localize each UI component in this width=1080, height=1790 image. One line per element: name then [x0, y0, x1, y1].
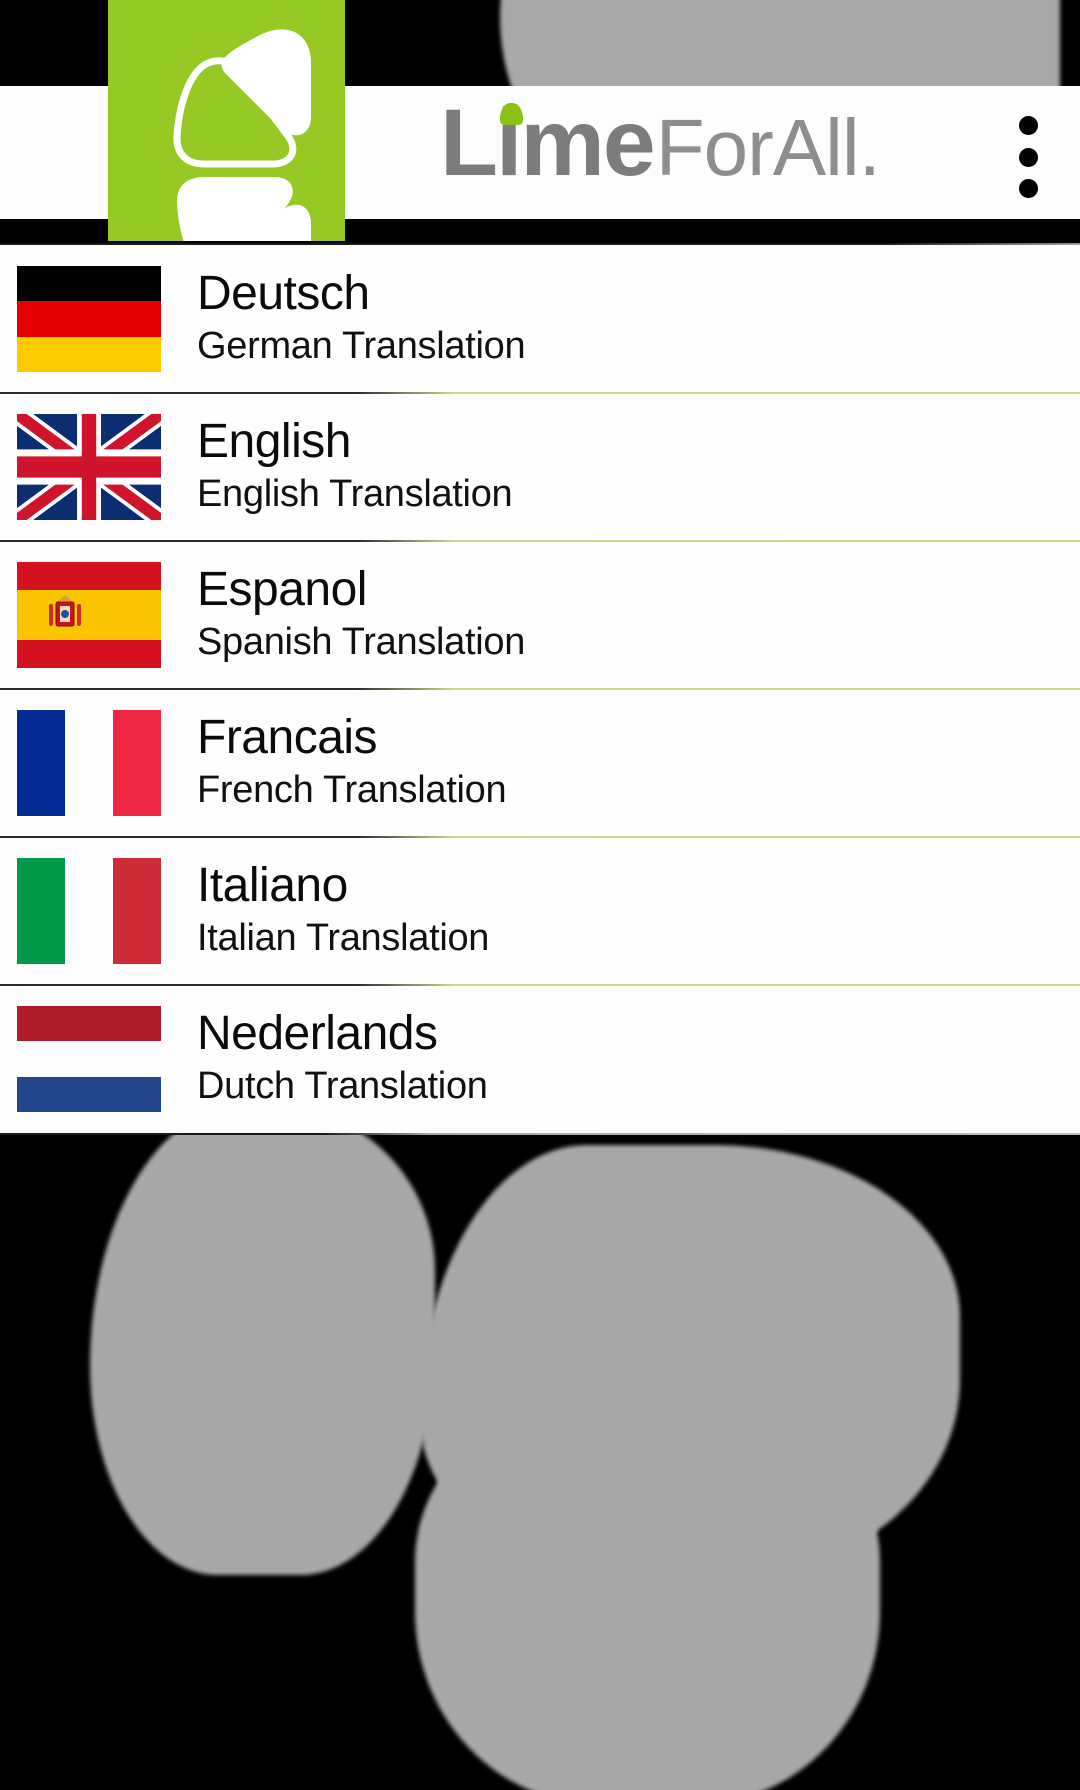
language-subtitle: French Translation — [197, 768, 507, 811]
list-item-english[interactable]: English English Translation — [0, 392, 1080, 541]
language-list: Deutsch German Translation English Engli… — [0, 243, 1080, 1135]
language-name: Espanol — [197, 562, 367, 616]
watermark-wedge-lower-left — [90, 1105, 435, 1575]
flag-france-icon — [17, 710, 161, 816]
language-subtitle: German Translation — [197, 324, 526, 367]
list-item-italiano[interactable]: Italiano Italian Translation — [0, 836, 1080, 985]
watermark-wedge-bottom — [415, 1385, 880, 1790]
language-subtitle: Dutch Translation — [197, 1064, 488, 1107]
list-item-labels: Deutsch German Translation — [197, 266, 526, 371]
list-item-labels: Francais French Translation — [197, 710, 507, 815]
list-item-labels: Italiano Italian Translation — [197, 858, 490, 963]
list-item-labels: Nederlands Dutch Translation — [197, 1006, 488, 1111]
brand-secondary-label: ForAll. — [655, 103, 881, 192]
language-subtitle: English Translation — [197, 472, 513, 515]
lime-dot-icon — [500, 103, 523, 125]
language-name: Nederlands — [197, 1006, 438, 1060]
lime-slice-logo-icon[interactable] — [108, 0, 345, 241]
overflow-menu-button[interactable] — [998, 112, 1058, 202]
list-item-labels: English English Translation — [197, 414, 513, 519]
language-name: English — [197, 414, 351, 468]
language-subtitle: Italian Translation — [197, 916, 490, 959]
list-item-labels: Espanol Spanish Translation — [197, 562, 526, 667]
app-title: Lime ForAll. — [440, 96, 881, 192]
flag-united-kingdom-icon — [17, 414, 161, 520]
flag-netherlands-icon — [17, 1006, 161, 1112]
flag-spain-icon — [17, 562, 161, 668]
list-item-deutsch[interactable]: Deutsch German Translation — [0, 245, 1080, 393]
list-item-nederlands[interactable]: Nederlands Dutch Translation — [0, 984, 1080, 1133]
language-name: Francais — [197, 710, 378, 764]
language-name: Italiano — [197, 858, 348, 912]
app-screen: Lime ForAll. Deutsch German Translation — [0, 0, 1080, 1790]
brand-primary-label: Lime — [440, 90, 656, 196]
list-item-espanol[interactable]: Espanol Spanish Translation — [0, 540, 1080, 689]
language-subtitle: Spanish Translation — [197, 620, 526, 663]
three-dots-vertical-icon — [1018, 147, 1038, 167]
three-dots-vertical-icon — [1018, 179, 1038, 198]
language-name: Deutsch — [197, 266, 370, 320]
flag-germany-icon — [17, 266, 161, 372]
list-item-francais[interactable]: Francais French Translation — [0, 688, 1080, 837]
three-dots-vertical-icon — [1018, 116, 1038, 135]
brand-primary-text: Lime — [440, 96, 656, 191]
flag-italy-icon — [17, 858, 161, 964]
